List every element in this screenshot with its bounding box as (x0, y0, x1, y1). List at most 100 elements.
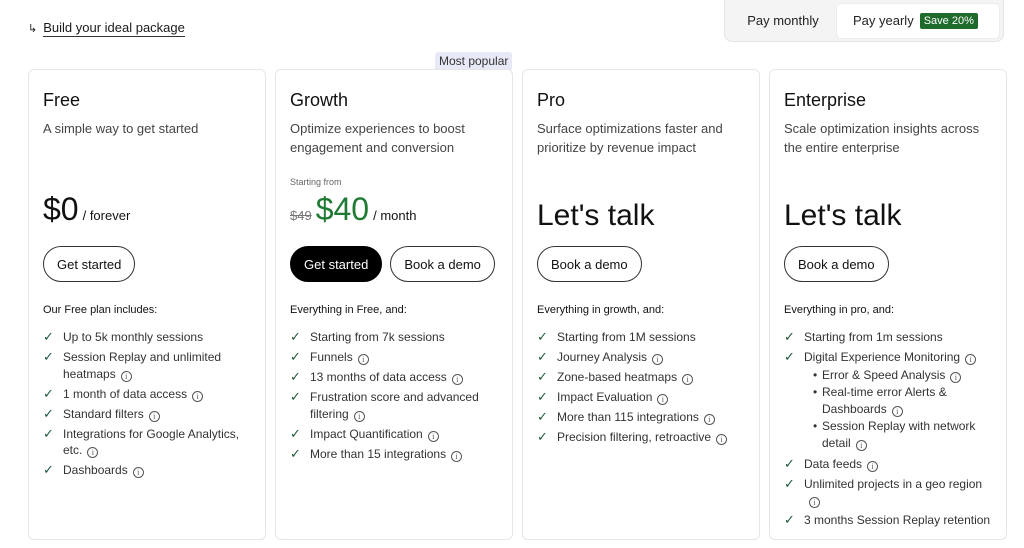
info-icon[interactable]: i (657, 394, 669, 405)
price-text: Let's talk (784, 199, 902, 232)
pay-yearly-label: Pay yearly (853, 13, 914, 28)
feature-item: ✓ 13 months of data access i (290, 369, 498, 386)
billing-toggle: Pay monthly Pay yearly Save 20% (724, 0, 1004, 42)
starting-label (784, 177, 992, 191)
starting-label: Starting from (290, 177, 342, 187)
sub-feature-item: • Session Replay with network detail i (813, 419, 976, 451)
check-icon: ✓ (43, 349, 54, 364)
feature-item: ✓ Up to 5k monthly sessions (43, 329, 204, 344)
check-icon: ✓ (43, 405, 54, 421)
info-icon[interactable]: i (451, 450, 463, 462)
sub-feature-item: • Real-time error Alerts & Dashboards i (813, 385, 947, 417)
plan-description: A simple way to get started (43, 121, 199, 136)
feature-item: ✓ Impact Evaluation i (537, 389, 745, 406)
price-row: $49 $40 / month (290, 191, 498, 233)
check-icon: ✓ (290, 349, 301, 364)
bullet-icon: • (813, 367, 818, 382)
info-icon[interactable]: i (950, 371, 962, 383)
feature-item: ✓ Zone-based heatmaps i (537, 369, 745, 386)
price-unit: / month (373, 208, 417, 223)
bullet-icon: • (813, 385, 818, 399)
check-icon: ✓ (784, 349, 795, 364)
book-demo-button[interactable]: Book a demo (784, 246, 889, 282)
info-icon[interactable]: i (716, 434, 728, 445)
sub-feature-item: • Error & Speed Analysis i (813, 367, 992, 384)
check-icon: ✓ (784, 512, 795, 527)
info-icon[interactable]: i (87, 447, 99, 458)
info-icon[interactable]: i (120, 370, 132, 382)
sub-feature-list: • Error & Speed Analysis i • Real-time erro… (813, 367, 992, 452)
feature-item: ✓ Frustration score and advanced filterin… (290, 389, 479, 422)
info-icon[interactable]: i (703, 414, 715, 425)
pricing-cards: Free A simple way to get started $0 / fo… (28, 69, 1007, 540)
save-badge: Save 20% (919, 12, 978, 29)
pay-monthly-option[interactable]: Pay monthly (729, 4, 837, 38)
feature-item: ✓ Data feeds i (784, 456, 992, 473)
check-icon: ✓ (290, 445, 301, 461)
price-row: $0 / forever (43, 191, 251, 233)
price: $0 (43, 191, 79, 227)
check-icon: ✓ (290, 369, 301, 384)
info-icon[interactable]: i (427, 430, 439, 442)
check-icon: ✓ (537, 349, 548, 364)
info-icon[interactable]: i (357, 354, 369, 365)
info-icon[interactable]: i (353, 410, 365, 422)
includes-heading: Everything in growth, and: (537, 304, 665, 316)
pay-yearly-option[interactable]: Pay yearly Save 20% (837, 3, 999, 38)
feature-item: ✓ Starting from 1m sessions (784, 329, 943, 344)
check-icon: ✓ (43, 425, 54, 441)
most-popular-badge: Most popular (435, 52, 513, 70)
feature-item: ✓ Precision filtering, retroactive i (537, 429, 745, 446)
feature-item: ✓ Journey Analysis i (537, 349, 745, 366)
price-text: Let's talk (537, 199, 655, 232)
build-package-link[interactable]: ↳ Build your ideal package (28, 20, 185, 37)
feature-list: ✓ Starting from 1M sessions ✓ Journey Anal… (537, 329, 745, 446)
check-icon: ✓ (43, 462, 54, 477)
info-icon[interactable]: i (451, 374, 463, 385)
build-package-label[interactable]: Build your ideal package (43, 20, 185, 37)
plan-card-growth: Growth Optimize experiences to boost eng… (275, 69, 513, 540)
plan-card-pro: Pro Surface optimizations faster and pri… (522, 69, 760, 540)
starting-label (537, 177, 745, 191)
check-icon: ✓ (537, 389, 548, 404)
info-icon[interactable]: i (809, 497, 820, 508)
includes-heading: Our Free plan includes: (43, 304, 158, 316)
info-icon[interactable]: i (867, 460, 879, 472)
info-icon[interactable]: i (132, 467, 144, 478)
info-icon[interactable]: i (652, 354, 664, 365)
feature-item: ✓ 3 months Session Replay retention (784, 512, 991, 527)
return-arrow-icon: ↳ (28, 23, 38, 35)
feature-item: ✓ Dashboards i (43, 462, 251, 479)
info-icon[interactable]: i (682, 374, 694, 385)
info-icon[interactable]: i (192, 390, 204, 402)
price: $40 (315, 191, 370, 227)
check-icon: ✓ (290, 329, 301, 344)
book-demo-button[interactable]: Book a demo (390, 246, 495, 282)
feature-item: ✓ Session Replay and unlimited heatmaps i (43, 349, 222, 382)
includes-heading: Everything in pro, and: (784, 304, 895, 316)
check-icon: ✓ (784, 475, 795, 491)
book-demo-button[interactable]: Book a demo (537, 246, 642, 282)
feature-list: ✓ Starting from 1m sessions ✓ Digital Expe… (784, 329, 992, 529)
plan-title: Growth (290, 90, 349, 110)
plan-title: Pro (537, 90, 566, 110)
feature-item: ✓ Unlimited projects in a geo regioni (784, 475, 983, 508)
info-icon[interactable]: i (891, 405, 903, 417)
includes-heading: Everything in Free, and: (290, 304, 407, 316)
plan-title: Free (43, 90, 81, 110)
check-icon: ✓ (290, 425, 301, 441)
plan-description: Optimize experiences to boost engagement… (290, 121, 465, 155)
feature-item: ✓ 1 month of data access i (43, 386, 251, 403)
get-started-button[interactable]: Get started (290, 246, 383, 282)
check-icon: ✓ (43, 385, 54, 401)
get-started-button[interactable]: Get started (43, 246, 136, 282)
info-icon[interactable]: i (965, 354, 977, 365)
feature-item: ✓ More than 15 integrations i (290, 446, 498, 463)
feature-list: ✓ Up to 5k monthly sessions ✓ Session Repl… (43, 329, 251, 479)
info-icon[interactable]: i (855, 439, 867, 451)
info-icon[interactable]: i (148, 410, 160, 422)
price-unit: / forever (82, 208, 131, 223)
starting-label (43, 177, 251, 191)
original-price: $49 (290, 208, 312, 223)
feature-item: ✓ Digital Experience Monitoring i • Error &… (784, 349, 992, 452)
